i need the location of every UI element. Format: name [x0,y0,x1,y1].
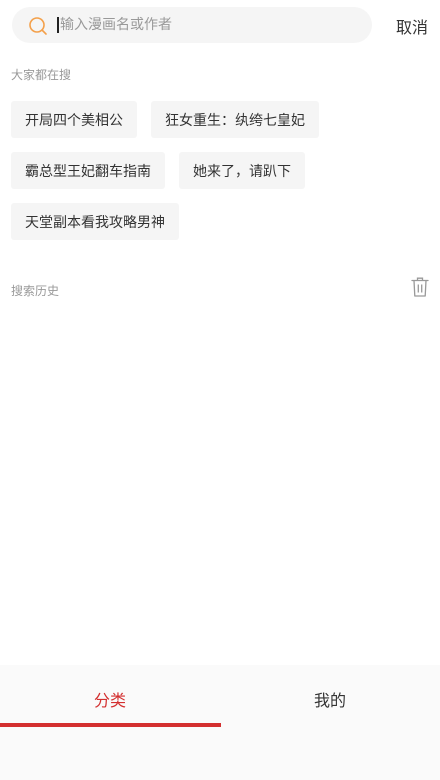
hot-search-tag[interactable]: 开局四个美相公 [11,101,137,138]
hot-search-title: 大家都在搜 [11,68,72,82]
hot-search-tag[interactable]: 霸总型王妃翻车指南 [11,152,165,189]
tab-category[interactable]: 分类 [0,687,220,711]
hot-search-tag[interactable]: 她来了，请趴下 [179,152,305,189]
active-tab-indicator [0,723,221,727]
hot-search-tag[interactable]: 天堂副本看我攻略男神 [11,203,179,240]
cancel-button[interactable]: 取消 [396,14,428,38]
search-history-title: 搜索历史 [11,284,60,298]
trash-icon[interactable] [411,276,429,298]
hot-search-tag[interactable]: 狂女重生：纨绔七皇妃 [151,101,319,138]
search-icon [29,17,47,35]
bottom-nav: 分类 我的 [0,665,440,780]
tab-mine[interactable]: 我的 [220,687,440,711]
hot-tag-row: 开局四个美相公 狂女重生：纨绔七皇妃 [11,101,333,138]
hot-tag-row: 天堂副本看我攻略男神 [11,203,193,240]
text-cursor [57,17,59,33]
search-input[interactable] [60,7,360,43]
hot-tag-row: 霸总型王妃翻车指南 她来了，请趴下 [11,152,319,189]
search-bar[interactable] [12,7,372,43]
